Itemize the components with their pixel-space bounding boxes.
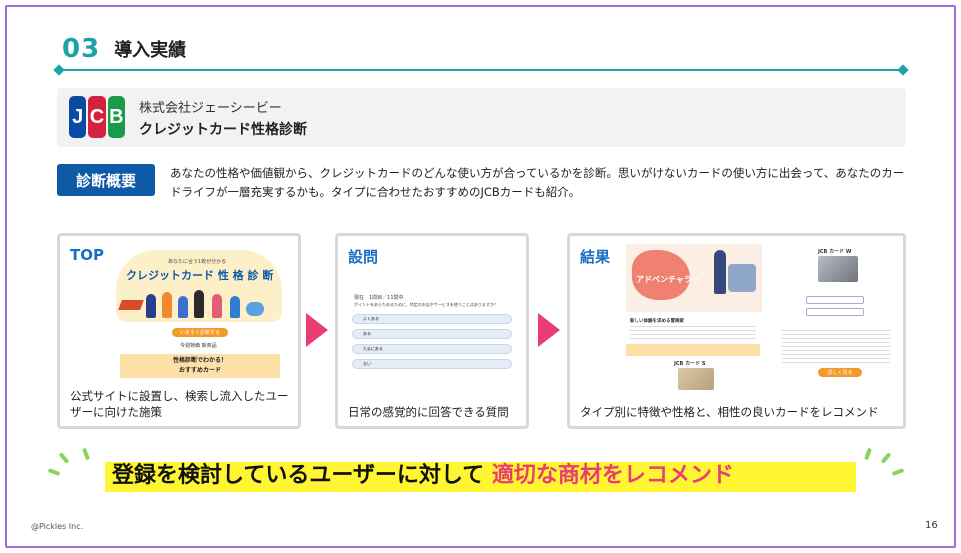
jcb-logo-c: C	[88, 96, 106, 138]
top-screenshot: あなたに合う1枚が分かる クレジットカード 性 格 診 断 いますぐ診断する 今…	[110, 250, 288, 382]
question-screenshot: 現在 1問目／11問中 ポイントをあらためるために、特定のお店やサービスを使うこ…	[352, 292, 514, 372]
card-question-label: 設問	[348, 248, 379, 266]
result-highlight-box	[626, 344, 760, 356]
client-company: 株式会社ジェーシービー	[139, 101, 282, 116]
top-box-line2: おすすめカード	[178, 367, 221, 374]
section-title: 導入実績	[114, 40, 187, 61]
jcb-logo: J C B	[69, 96, 125, 138]
card-top: TOP あなたに合う1枚が分かる クレジットカード 性 格 診 断 いますぐ診断…	[57, 233, 301, 429]
top-hero-title: クレジットカード 性 格 診 断	[126, 269, 274, 282]
question-text: ポイントをあらためるために、特定のお店やサービスを使うことはありますか？	[354, 302, 498, 307]
result-body-text	[630, 326, 756, 340]
result-type-title: アドベンチャラー	[636, 275, 700, 284]
page-number: 16	[925, 520, 938, 531]
card-top-label: TOP	[70, 246, 104, 264]
arrow-right-icon	[538, 313, 560, 347]
bottom-message-highlight: 適切な商材をレコメンド	[491, 463, 734, 488]
jcb-logo-b: B	[107, 96, 125, 138]
card-top-caption: 公式サイトに設置し、検索し流入したユーザーに向けた施策	[70, 389, 289, 419]
jcb-logo-j: J	[69, 96, 87, 138]
top-people-illustration	[118, 290, 270, 322]
top-box-line1: 性格診断でわかる！	[172, 357, 227, 364]
card-result-caption: タイプ別に特徴や性格と、相性の良いカードをレコメンド	[580, 405, 879, 419]
result-screenshot: アドベンチャラー 新しい体験を求める冒険家 JCB カード S JCB カード …	[622, 242, 896, 392]
top-result-box: 性格診断でわかる！ おすすめカード	[120, 354, 280, 378]
card-question-caption: 日常の感覚的に回答できる質問	[348, 405, 509, 419]
card-result-label: 結果	[580, 248, 611, 266]
client-info: J C B 株式会社ジェーシービー クレジットカード性格診断	[57, 88, 906, 147]
card-w-image	[818, 256, 858, 282]
bottom-message: 登録を検討しているユーザーに対して 適切な商材をレコメンド	[112, 457, 734, 489]
client-product: クレジットカード性格診断	[139, 122, 307, 138]
question-option: よくある	[352, 314, 512, 324]
question-progress: 現在 1問目／11問中	[354, 295, 404, 301]
section-number: 03	[62, 34, 101, 64]
result-detail-button: 詳しく見る	[818, 368, 862, 377]
result-section: 新しい体験を求める冒険家	[630, 319, 684, 324]
bottom-message-main: 登録を検討しているユーザーに対して	[112, 463, 485, 488]
card-question: 設問 現在 1問目／11問中 ポイントをあらためるために、特定のお店やサービスを…	[335, 233, 529, 429]
card-result: 結果 アドベンチャラー 新しい体験を求める冒険家 JCB カード S JCB カ…	[567, 233, 906, 429]
top-start-button: いますぐ診断する	[172, 328, 228, 337]
result-card2-text	[782, 330, 890, 364]
top-small-header: あなたに合う1枚が分かる	[168, 259, 227, 265]
result-feature-2	[806, 308, 864, 316]
arrow-right-icon	[306, 313, 328, 347]
question-option: たまにある	[352, 344, 512, 354]
result-hero: アドベンチャラー	[626, 244, 762, 312]
result-card2-name: JCB カード W	[818, 249, 852, 255]
result-card1-name: JCB カード S	[674, 361, 706, 367]
footer-copyright: @Pickles Inc.	[31, 522, 84, 531]
result-feature-1	[806, 296, 864, 304]
overview-badge: 診断概要	[57, 164, 155, 196]
question-option: ない	[352, 359, 512, 369]
top-chip: 今週特価 新商品	[180, 343, 217, 349]
header-divider	[60, 69, 905, 71]
card-s-image	[678, 368, 714, 390]
section-header: 03 導入実績	[62, 34, 186, 64]
overview-text: あなたの性格や価値観から、クレジットカードのどんな使い方が合っているかを診断。思…	[170, 166, 905, 199]
question-option: ある	[352, 329, 512, 339]
